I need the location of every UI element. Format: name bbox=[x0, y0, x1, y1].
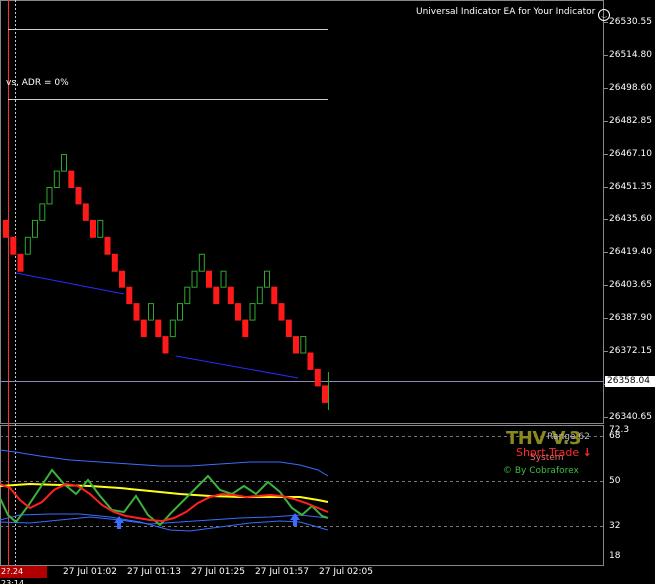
time-axis-start-tag: 2?.24 23:14 bbox=[0, 566, 47, 584]
renko-brick-down bbox=[75, 187, 82, 205]
renko-brick-down bbox=[307, 352, 314, 370]
price-axis-tick bbox=[604, 219, 608, 221]
ea-title: Universal Indicator EA for Your Indicato… bbox=[416, 7, 611, 21]
sub-label-50: 50 bbox=[609, 476, 621, 486]
price-axis-label: 26482.85 bbox=[609, 115, 652, 126]
renko-brick-down bbox=[271, 286, 278, 305]
current-price-value: 26358.04 bbox=[607, 376, 650, 386]
sub-label-68: 68 bbox=[609, 431, 621, 441]
adr-label: vs, ADR = 0% bbox=[6, 78, 69, 88]
renko-brick-down bbox=[235, 303, 241, 321]
renko-brick-up bbox=[39, 203, 46, 221]
renko-brick-down bbox=[17, 253, 24, 272]
sub-label-18: 18 bbox=[609, 551, 621, 561]
renko-brick-down bbox=[162, 336, 169, 354]
time-start-label: 2?.24 23:14 bbox=[1, 567, 25, 584]
credit-label: © By Cobraforex bbox=[503, 466, 579, 476]
upper-band-line bbox=[0, 449, 329, 477]
price-axis-tick bbox=[604, 416, 608, 418]
renko-brick-down bbox=[104, 236, 111, 255]
renko-brick-up bbox=[177, 303, 183, 321]
price-axis-label: 26530.55 bbox=[609, 17, 652, 27]
renko-brick-up bbox=[169, 319, 176, 338]
time-label-5: 27 Jul 02:05 bbox=[319, 567, 373, 577]
renko-brick-up bbox=[198, 253, 205, 272]
renko-brick-down bbox=[293, 336, 299, 354]
renko-brick-up bbox=[300, 336, 307, 354]
renko-brick-down bbox=[68, 170, 75, 189]
renko-brick-down bbox=[227, 286, 234, 305]
price-axis-label: 26419.40 bbox=[609, 247, 652, 258]
time-label-4: 27 Jul 01:57 bbox=[255, 567, 309, 577]
price-axis-label: 26340.65 bbox=[609, 411, 652, 422]
time-label-3: 27 Jul 01:25 bbox=[191, 567, 245, 577]
ea-title-text: Universal Indicator EA for Your Indicato… bbox=[416, 7, 596, 17]
system-label: System bbox=[530, 453, 564, 463]
renko-brick-up bbox=[184, 286, 191, 305]
price-axis-tick bbox=[604, 22, 608, 23]
renko-brick-down bbox=[322, 385, 328, 403]
trendline-2 bbox=[175, 355, 299, 379]
price-axis-tick bbox=[604, 186, 608, 188]
renko-brick-down bbox=[213, 286, 220, 305]
renko-brick-down bbox=[133, 303, 140, 321]
price-axis-tick bbox=[604, 87, 608, 89]
price-axis-tick bbox=[604, 252, 608, 254]
renko-brick-down bbox=[119, 270, 125, 288]
range-label: Range 62 bbox=[547, 432, 590, 442]
renko-brick-up bbox=[264, 270, 270, 288]
renko-brick-up bbox=[97, 219, 104, 238]
price-axis-tick bbox=[604, 351, 608, 352]
price-axis-label: 26498.60 bbox=[609, 82, 652, 93]
current-price-tag: 26358.04 bbox=[605, 376, 655, 387]
renko-brick-down bbox=[3, 219, 9, 238]
renko-brick-down bbox=[155, 319, 162, 338]
renko-brick-up bbox=[32, 219, 38, 238]
renko-brick-down bbox=[314, 368, 321, 387]
trendline-1 bbox=[15, 272, 125, 295]
renko-brick-down bbox=[82, 203, 89, 221]
renko-brick-down bbox=[285, 319, 292, 338]
chart-canvas bbox=[0, 0, 604, 566]
price-axis-label: 26372.15 bbox=[609, 346, 652, 356]
price-axis-label: 26467.10 bbox=[609, 148, 652, 159]
renko-brick-down bbox=[111, 253, 118, 272]
renko-brick-down bbox=[90, 219, 96, 238]
renko-brick-up bbox=[249, 303, 256, 321]
price-axis-label: 26403.65 bbox=[609, 280, 652, 291]
price-axis-tick bbox=[604, 120, 608, 122]
price-axis-tick bbox=[604, 318, 608, 320]
yellow-signal-line bbox=[0, 482, 329, 503]
renko-brick-up bbox=[61, 154, 67, 172]
time-label-1: 27 Jul 01:02 bbox=[63, 567, 117, 577]
price-axis-tick bbox=[604, 54, 608, 56]
renko-brick-up bbox=[256, 286, 263, 305]
price-axis-label: 26435.60 bbox=[609, 214, 652, 225]
main-panel-frame bbox=[0, 0, 604, 424]
renko-bricks bbox=[3, 154, 328, 403]
price-axis-tick bbox=[604, 153, 608, 155]
red-ma-line bbox=[0, 482, 329, 523]
renko-brick-down bbox=[242, 319, 249, 338]
renko-brick-up bbox=[191, 270, 198, 288]
price-axis-label: 26514.80 bbox=[609, 49, 652, 60]
renko-brick-down bbox=[140, 319, 147, 338]
renko-brick-down bbox=[206, 270, 212, 288]
price-axis-label: 26387.90 bbox=[609, 313, 652, 324]
chart-window: Universal Indicator EA for Your Indicato… bbox=[0, 0, 655, 584]
renko-brick-up bbox=[46, 187, 53, 205]
renko-brick-up bbox=[24, 236, 31, 255]
renko-brick-down bbox=[10, 236, 17, 255]
price-axis-tick bbox=[604, 285, 608, 287]
renko-brick-up bbox=[53, 170, 60, 189]
sub-label-32: 32 bbox=[609, 521, 621, 531]
price-axis-label: 26451.35 bbox=[609, 181, 652, 192]
time-label-2: 27 Jul 01:13 bbox=[127, 567, 181, 577]
renko-brick-up bbox=[220, 270, 227, 288]
down-arrow-icon: ↓ bbox=[582, 446, 592, 459]
renko-brick-down bbox=[126, 286, 133, 305]
renko-brick-up bbox=[148, 303, 154, 321]
renko-brick-down bbox=[278, 303, 285, 321]
